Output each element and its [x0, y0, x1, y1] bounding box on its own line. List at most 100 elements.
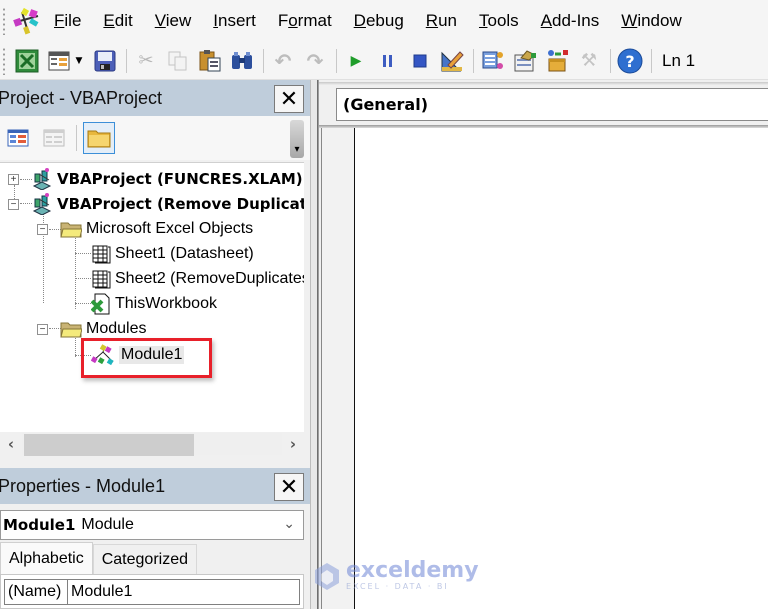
watermark-text: exceldemy EXCEL · DATA · BI — [346, 560, 479, 592]
tree-item-sheet1[interactable]: Sheet1 (Datasheet) — [91, 242, 254, 266]
properties-tabs: Alphabetic Categorized — [0, 542, 197, 574]
tree-item-sheet2[interactable]: Sheet2 (RemoveDuplicates) — [91, 267, 304, 291]
properties-pane-title: Properties - Module1 — [0, 475, 166, 496]
collapse-icon[interactable]: − — [8, 198, 19, 210]
tree-connector — [75, 278, 91, 279]
redo-icon: ↷ — [306, 48, 324, 73]
project-explorer-button[interactable] — [480, 48, 506, 74]
insert-dropdown-arrow[interactable]: ▼ — [72, 48, 86, 74]
copy-icon — [168, 51, 187, 70]
toolbar-separator — [263, 48, 264, 73]
tree-item-thisworkbook[interactable]: ThisWorkbook — [91, 292, 217, 316]
close-icon: ✕ — [279, 474, 299, 500]
scrollbar-track[interactable] — [22, 433, 282, 456]
tree-item-label: Microsoft Excel Objects — [86, 220, 254, 237]
toggle-folders-button[interactable] — [83, 122, 115, 154]
menu-add-ins[interactable]: Add-Ins — [541, 11, 600, 31]
worksheet-icon — [92, 270, 111, 289]
view-object-button[interactable] — [38, 122, 70, 154]
menubar-grip[interactable] — [2, 7, 6, 35]
selected-object-type: Module — [81, 516, 134, 533]
code-editor[interactable] — [354, 128, 768, 609]
toolbar-separator — [336, 48, 337, 73]
copy-button[interactable] — [165, 48, 191, 74]
collapse-icon[interactable]: − — [37, 223, 48, 235]
property-value-input[interactable]: Module1 — [68, 580, 299, 604]
tools-icon: ⚒ — [580, 50, 598, 71]
find-button[interactable] — [229, 48, 255, 74]
scroll-left-icon[interactable]: ‹ — [0, 435, 22, 453]
help-button[interactable]: ? — [617, 48, 643, 74]
cursor-position-label: Ln 1 — [662, 50, 696, 70]
scrollbar-thumb[interactable] — [24, 434, 194, 456]
menu-debug[interactable]: Debug — [354, 11, 404, 31]
toolbar-overflow-button[interactable]: ▾ — [290, 120, 304, 158]
view-excel-button[interactable] — [14, 48, 40, 74]
menu-tools[interactable]: Tools — [479, 11, 519, 31]
scroll-right-icon[interactable]: › — [282, 435, 304, 453]
project-pane-title: Project - VBAProject — [0, 87, 163, 108]
folder-icon — [87, 130, 111, 148]
view-code-button[interactable] — [2, 122, 34, 154]
menu-run[interactable]: Run — [426, 11, 457, 31]
chevron-down-icon[interactable]: ⌄ — [283, 515, 295, 532]
tree-item-excel-objects-folder[interactable]: − Microsoft Excel Objects — [37, 217, 253, 241]
userform-icon — [48, 51, 70, 70]
project-pane-title-bar[interactable]: Project - VBAProject ✕ — [0, 80, 310, 116]
tab-categorized[interactable]: Categorized — [92, 544, 197, 574]
tree-item-modules-folder[interactable]: − Modules — [37, 317, 146, 341]
tree-connector — [75, 253, 91, 254]
toolbar-grip[interactable] — [2, 46, 6, 75]
save-button[interactable] — [92, 48, 118, 74]
expand-icon[interactable]: + — [8, 173, 19, 185]
object-browser-icon — [548, 49, 568, 71]
properties-window-button[interactable] — [512, 48, 538, 74]
tab-alphabetic[interactable]: Alphabetic — [0, 542, 93, 574]
tree-item-funcres-project[interactable]: + VBAProject (FUNCRES.XLAM) — [8, 167, 303, 191]
toolbox-button[interactable]: ⚒ — [576, 48, 602, 74]
watermark-sub: EXCEL · DATA · BI — [346, 582, 449, 591]
tree-item-module1[interactable]: Module1 — [91, 343, 185, 367]
save-icon — [94, 50, 116, 71]
paste-icon — [199, 49, 221, 71]
tree-item-label: Sheet2 (RemoveDuplicates) — [115, 270, 304, 287]
caret-down-icon: ▼ — [75, 55, 83, 66]
properties-pane-close-button[interactable]: ✕ — [274, 473, 304, 501]
undo-button[interactable]: ↶ — [270, 48, 296, 74]
object-selector-dropdown[interactable]: Module1 Module ⌄ — [0, 510, 304, 540]
tree-item-remove-duplicates-project[interactable]: − VBAProject (Remove Duplicates) — [8, 192, 304, 216]
object-browser-button[interactable] — [544, 48, 570, 74]
insert-userform-button[interactable] — [46, 48, 72, 74]
view-code-icon — [7, 129, 29, 147]
code-margin-indicator-bar[interactable] — [321, 128, 354, 609]
menu-format[interactable]: Format — [278, 11, 332, 31]
cut-button[interactable]: ✂ — [133, 48, 159, 74]
binoculars-icon — [232, 51, 252, 69]
menu-file[interactable]: File — [54, 11, 81, 31]
project-tree-horizontal-scrollbar[interactable]: ‹ › — [0, 432, 304, 456]
menu-edit-rest: dit — [114, 11, 133, 30]
menu-window[interactable]: Window — [621, 11, 681, 31]
menu-view[interactable]: View — [155, 11, 192, 31]
paste-button[interactable] — [197, 48, 223, 74]
break-button[interactable] — [375, 48, 401, 74]
code-window: (General) — [318, 80, 768, 609]
menu-insert[interactable]: Insert — [213, 11, 256, 31]
collapse-icon[interactable]: − — [37, 323, 48, 335]
overflow-icon: ▾ — [294, 144, 300, 155]
run-button[interactable]: ▶ — [343, 48, 369, 74]
pane-splitter[interactable] — [310, 80, 318, 609]
svg-text:?: ? — [625, 52, 634, 71]
menu-edit[interactable]: Edit — [103, 11, 132, 31]
design-mode-button[interactable] — [439, 48, 465, 74]
project-pane-close-button[interactable]: ✕ — [274, 85, 304, 113]
redo-button[interactable]: ↷ — [302, 48, 328, 74]
properties-pane-title-bar[interactable]: Properties - Module1 ✕ — [0, 468, 310, 504]
menu-format-pre: F — [277, 11, 289, 30]
exceldemy-watermark: exceldemy EXCEL · DATA · BI — [312, 560, 479, 591]
tree-item-label: Sheet1 (Datasheet) — [115, 245, 254, 262]
vba-app-icon[interactable] — [12, 6, 42, 36]
property-row-name[interactable]: (Name) Module1 — [4, 579, 300, 605]
object-dropdown[interactable]: (General) — [336, 88, 768, 121]
reset-button[interactable] — [407, 48, 433, 74]
